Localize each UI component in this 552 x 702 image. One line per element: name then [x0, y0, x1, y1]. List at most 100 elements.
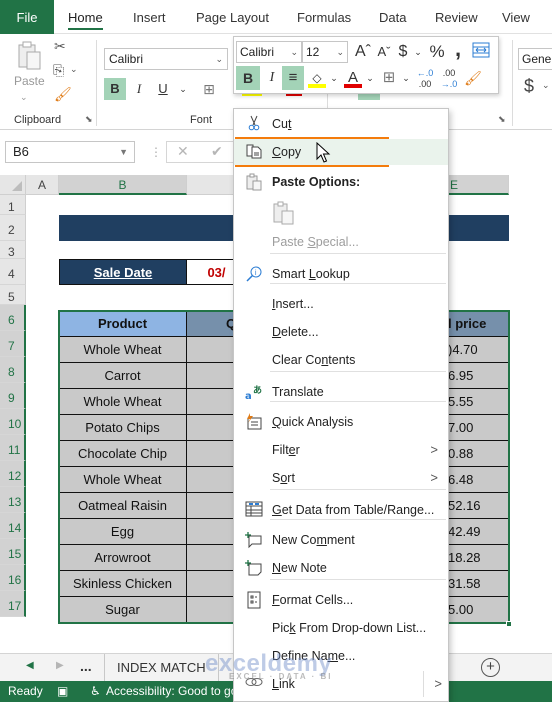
- menu-item-cut[interactable]: Cut: [234, 111, 448, 137]
- product-cell[interactable]: Carrot: [59, 363, 187, 389]
- price-cell[interactable]: 18.28: [448, 545, 509, 571]
- product-cell[interactable]: Whole Wheat: [59, 467, 187, 493]
- price-cell[interactable]: 5.00: [448, 597, 509, 623]
- paste-dropdown-icon[interactable]: ⌄: [20, 92, 28, 103]
- fill-color-dropdown-icon[interactable]: ⌄: [328, 66, 340, 90]
- increase-decimal-icon[interactable]: ←.0.00: [414, 66, 436, 90]
- format-painter-icon[interactable]: 🖌: [462, 66, 484, 90]
- add-sheet-button[interactable]: +: [481, 658, 500, 677]
- mini-font-name-select[interactable]: Calibri ⌄: [236, 41, 302, 63]
- price-cell[interactable]: 31.58: [448, 571, 509, 597]
- row-header[interactable]: 6: [0, 305, 26, 331]
- currency-button[interactable]: $: [524, 76, 534, 97]
- currency-dropdown-icon[interactable]: ⌄: [542, 80, 550, 91]
- drag-handle-icon[interactable]: ⋮: [150, 145, 162, 159]
- row-header[interactable]: 2: [0, 215, 26, 241]
- header-total-price[interactable]: l price: [448, 311, 509, 337]
- product-cell[interactable]: Egg: [59, 519, 187, 545]
- comma-style-button[interactable]: ,: [450, 37, 466, 61]
- copy-dropdown-icon[interactable]: ⌄: [70, 64, 78, 75]
- menu-item-filter[interactable]: Filter >: [234, 437, 448, 463]
- grow-font-button[interactable]: Aˆ: [352, 40, 374, 64]
- menu-item-insert[interactable]: Insert...: [234, 291, 448, 317]
- borders-icon[interactable]: ⊞: [378, 66, 400, 90]
- row-header[interactable]: 10: [0, 409, 26, 435]
- menu-item-delete[interactable]: Delete...: [234, 319, 448, 345]
- cancel-icon[interactable]: ✕: [177, 143, 189, 160]
- price-cell[interactable]: 5.55: [448, 389, 509, 415]
- more-sheets-button[interactable]: ...: [80, 658, 92, 674]
- tab-view[interactable]: View: [502, 0, 530, 34]
- borders-dropdown-icon[interactable]: ⌄: [400, 66, 412, 90]
- price-cell[interactable]: 6.95: [448, 363, 509, 389]
- price-cell[interactable]: 0.88: [448, 441, 509, 467]
- product-cell[interactable]: Sugar: [59, 597, 187, 623]
- number-format-select[interactable]: General: [518, 48, 552, 70]
- name-box[interactable]: B6 ▼: [5, 141, 135, 163]
- product-cell[interactable]: Oatmeal Raisin: [59, 493, 187, 519]
- row-header[interactable]: 14: [0, 513, 26, 539]
- macro-recording-icon[interactable]: ▣: [57, 681, 68, 702]
- font-color-dropdown-icon[interactable]: ⌄: [364, 66, 376, 90]
- currency-button[interactable]: $: [394, 40, 412, 64]
- scroll-left-icon[interactable]: ◀: [26, 660, 34, 671]
- cut-icon[interactable]: ✂: [54, 38, 66, 55]
- price-cell[interactable]: 52.16: [448, 493, 509, 519]
- paste-option-button[interactable]: [272, 201, 296, 228]
- row-header[interactable]: 16: [0, 565, 26, 591]
- row-header[interactable]: 9: [0, 383, 26, 409]
- price-cell[interactable]: 7.00: [448, 415, 509, 441]
- italic-button[interactable]: I: [128, 78, 150, 100]
- row-header[interactable]: 5: [0, 285, 26, 305]
- price-cell[interactable]: 42.49: [448, 519, 509, 545]
- tab-page-layout[interactable]: Page Layout: [196, 0, 269, 34]
- currency-dropdown-icon[interactable]: ⌄: [412, 40, 424, 64]
- font-color-button[interactable]: A: [342, 66, 364, 90]
- product-cell[interactable]: Potato Chips: [59, 415, 187, 441]
- menu-item-paste-special[interactable]: Paste Special...: [234, 229, 448, 255]
- row-header[interactable]: 8: [0, 357, 26, 383]
- row-header[interactable]: 17: [0, 591, 26, 617]
- menu-item-pick-list[interactable]: Pick From Drop-down List...: [234, 615, 448, 641]
- clipboard-launcher-icon[interactable]: ⬊: [85, 114, 93, 125]
- tab-data[interactable]: Data: [379, 0, 406, 34]
- menu-item-copy[interactable]: Copy: [234, 139, 448, 165]
- scroll-right-icon[interactable]: ▶: [56, 660, 64, 671]
- menu-item-new-note[interactable]: New Note: [234, 555, 448, 581]
- tab-review[interactable]: Review: [435, 0, 478, 34]
- price-cell[interactable]: 6.48: [448, 467, 509, 493]
- column-header-e[interactable]: E: [448, 175, 509, 195]
- tab-file[interactable]: File: [0, 0, 54, 34]
- mini-italic-button[interactable]: I: [262, 66, 282, 90]
- font-name-select[interactable]: Calibri ⌄: [104, 48, 228, 70]
- product-cell[interactable]: Whole Wheat: [59, 337, 187, 363]
- underline-dropdown-icon[interactable]: ⌄: [172, 78, 194, 100]
- product-cell[interactable]: Skinless Chicken: [59, 571, 187, 597]
- row-header[interactable]: 12: [0, 461, 26, 487]
- percent-button[interactable]: %: [426, 40, 448, 64]
- fill-handle[interactable]: [506, 621, 512, 627]
- row-header[interactable]: 1: [0, 195, 26, 215]
- underline-button[interactable]: U: [152, 78, 174, 100]
- borders-icon[interactable]: ⊞: [198, 78, 220, 100]
- header-product[interactable]: Product: [59, 311, 187, 337]
- tab-home[interactable]: Home: [68, 0, 103, 34]
- merge-center-button[interactable]: [470, 41, 492, 65]
- product-cell[interactable]: Arrowroot: [59, 545, 187, 571]
- menu-item-define-name[interactable]: Define Name...: [234, 643, 448, 669]
- alignment-launcher-icon[interactable]: ⬊: [498, 114, 506, 125]
- row-header[interactable]: 11: [0, 435, 26, 461]
- menu-item-new-comment[interactable]: New Comment: [234, 527, 448, 553]
- accessibility-status[interactable]: Accessibility: Good to go: [106, 681, 237, 702]
- accessibility-icon[interactable]: ♿: [90, 681, 101, 702]
- shrink-font-button[interactable]: Aˇ: [374, 40, 394, 64]
- center-align-button[interactable]: ≡: [282, 66, 304, 90]
- copy-icon[interactable]: ⎘: [53, 62, 64, 79]
- menu-item-sort[interactable]: Sort >: [234, 465, 448, 491]
- price-cell[interactable]: )4.70: [448, 337, 509, 363]
- column-header-a[interactable]: A: [26, 175, 59, 195]
- row-header[interactable]: 3: [0, 241, 26, 259]
- product-cell[interactable]: Whole Wheat: [59, 389, 187, 415]
- paste-button[interactable]: [12, 40, 48, 104]
- mini-font-size-select[interactable]: 12 ⌄: [302, 41, 348, 63]
